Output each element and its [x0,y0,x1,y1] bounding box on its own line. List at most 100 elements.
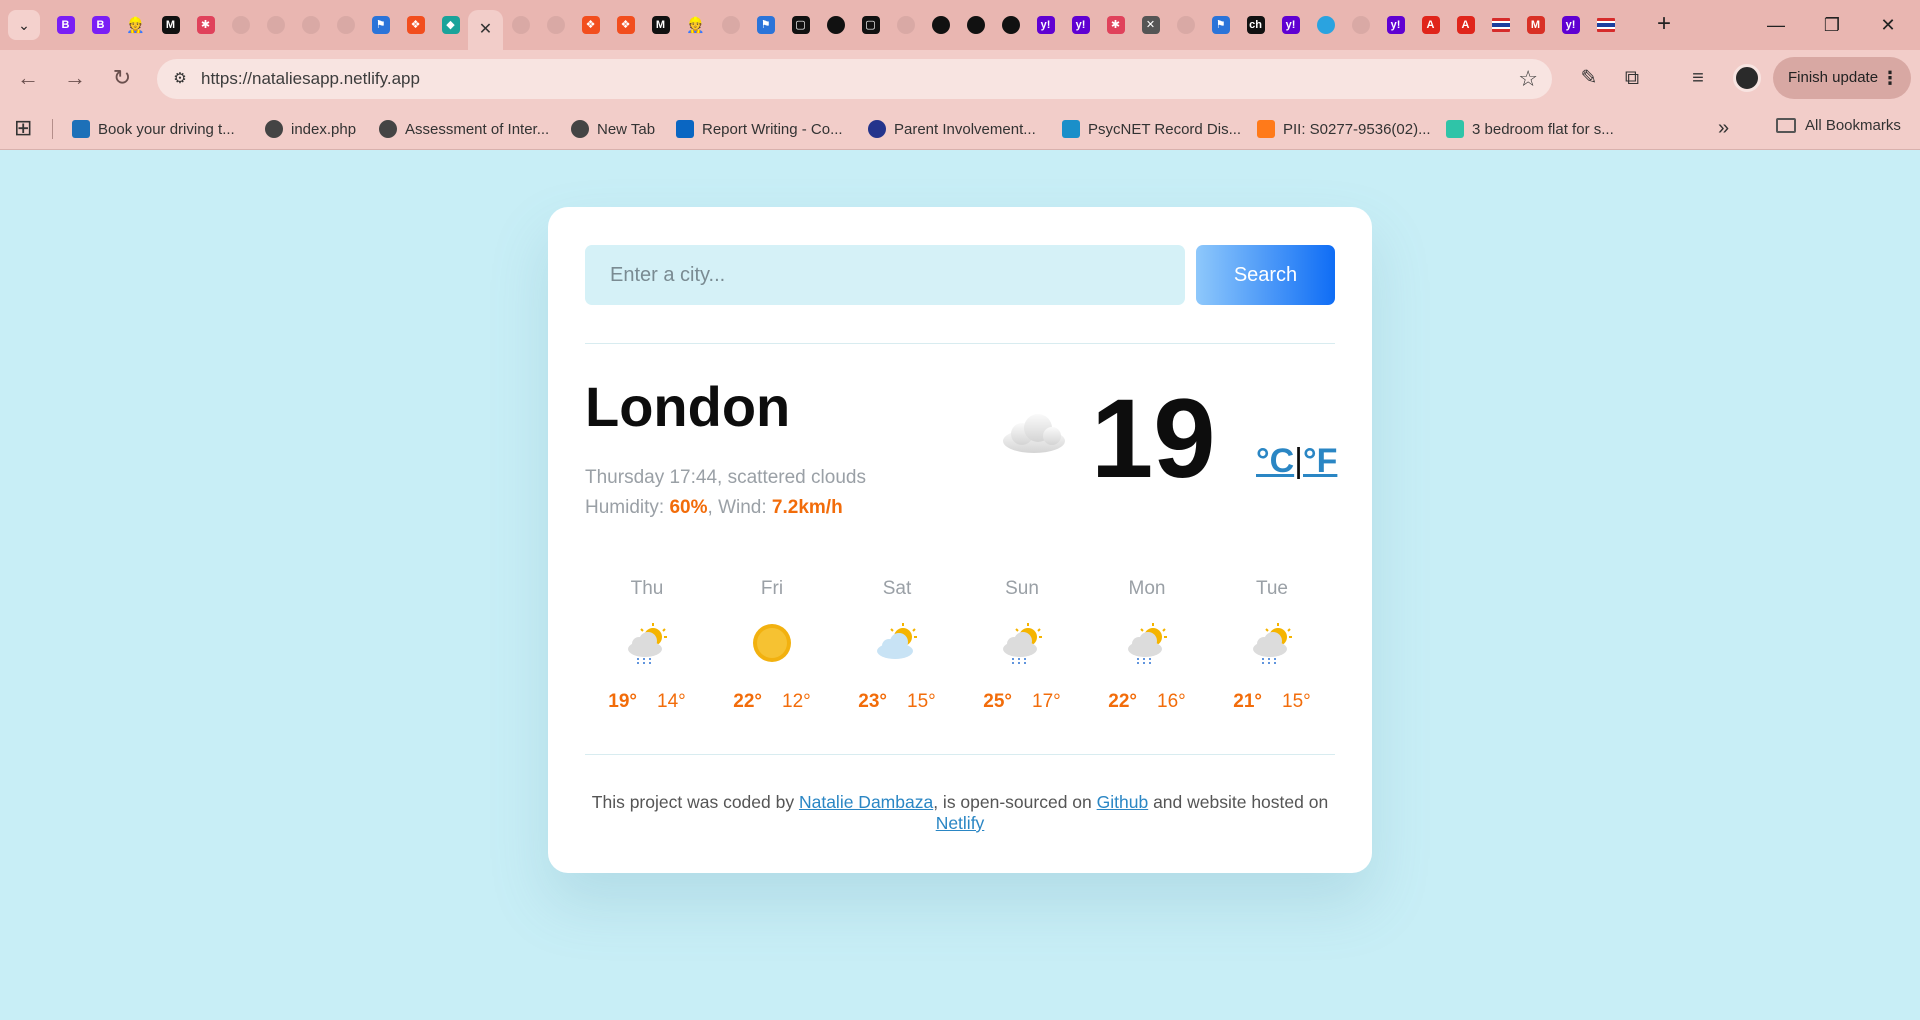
globe-icon [379,120,397,138]
close-window-button[interactable]: ✕ [1868,10,1908,40]
address-bar[interactable]: ⚙ https://nataliesapp.netlify.app ☆ [157,59,1552,99]
tab[interactable] [1483,10,1518,40]
tab[interactable]: A [1413,10,1448,40]
finish-update-label: Finish update [1788,69,1879,86]
tab[interactable]: y! [1063,10,1098,40]
bookmark-item[interactable]: PII: S0277-9536(02)... [1257,117,1431,141]
netlify-link[interactable]: Netlify [936,813,985,833]
forecast-min-temp: 12° [782,691,811,712]
tab[interactable]: ✕ [1133,10,1168,40]
tab[interactable]: M [1518,10,1553,40]
tab[interactable]: ◆ [433,10,468,40]
bookmark-item[interactable]: Report Writing - Co... [676,117,843,141]
forecast-temps: 19° 14° [585,690,709,714]
bookmark-star-icon[interactable]: ☆ [1518,66,1538,92]
tab[interactable]: y! [1378,10,1413,40]
bookmark-item[interactable]: Assessment of Inter... [379,117,549,141]
tab[interactable]: A [1448,10,1483,40]
tab[interactable]: y! [1028,10,1063,40]
tab[interactable]: B [83,10,118,40]
tab[interactable]: ✱ [1098,10,1133,40]
minimize-button[interactable]: — [1756,10,1796,40]
author-link[interactable]: Natalie Dambaza [799,792,933,812]
tab[interactable]: ch [1238,10,1273,40]
tab[interactable]: ❖ [573,10,608,40]
extensions-puzzle-icon[interactable]: ⧉ [1617,63,1647,93]
tab[interactable]: M [643,10,678,40]
forecast-min-temp: 14° [657,691,686,712]
forecast-temps: 23° 15° [835,690,959,714]
bookmark-item[interactable]: 3 bedroom flat for s... [1446,117,1614,141]
globe-icon [1351,16,1370,34]
tab[interactable] [1343,10,1378,40]
tab[interactable]: ▢ [853,10,888,40]
forward-button[interactable]: → [60,63,90,93]
tab[interactable]: ▢ [783,10,818,40]
tab[interactable] [1168,10,1203,40]
tab[interactable] [293,10,328,40]
finish-update-button[interactable]: Finish update ⋮ [1773,57,1911,99]
extension-paint-icon[interactable]: ✎ [1574,63,1604,93]
search-form: Search [585,245,1335,305]
all-bookmarks-button[interactable]: All Bookmarks [1776,117,1901,134]
folder-icon [1776,118,1796,133]
forecast-day-name: Fri [760,578,784,599]
footer-credits: This project was coded by Natalie Dambaz… [585,792,1335,834]
apps-grid-icon[interactable]: ⊞ [14,117,32,139]
bookmark-label: PsycNET Record Dis... [1088,120,1242,138]
chevron-down-icon: ⌄ [18,16,30,33]
back-button[interactable]: ← [13,63,43,93]
tab[interactable]: ❖ [608,10,643,40]
search-button[interactable]: Search [1196,245,1335,305]
site-info-icon[interactable]: ⚙ [167,66,193,92]
tab[interactable] [503,10,538,40]
fahrenheit-link[interactable]: °F [1303,442,1337,480]
tab[interactable] [258,10,293,40]
tab[interactable] [223,10,258,40]
bookmark-item[interactable]: New Tab [571,117,655,141]
url-text[interactable]: https://nataliesapp.netlify.app [201,69,420,89]
flag-thai-icon [1596,18,1615,32]
square-icon: ▢ [791,16,810,34]
tab[interactable]: 👷 [678,10,713,40]
globe-icon [301,16,320,34]
tab[interactable]: ⚑ [748,10,783,40]
more-bookmarks-icon[interactable]: » [1718,117,1729,140]
new-tab-button[interactable]: + [1651,12,1677,38]
celsius-link[interactable]: °C [1256,442,1294,480]
footer-text-1: This project was coded by [591,792,799,812]
bootstrap-icon: B [91,16,110,34]
tab[interactable] [1588,10,1623,40]
tab[interactable]: ⚑ [363,10,398,40]
tab[interactable]: M [153,10,188,40]
tab[interactable]: y! [1553,10,1588,40]
bookmark-item[interactable]: index.php [265,117,356,141]
tab[interactable] [713,10,748,40]
tab[interactable] [538,10,573,40]
tab[interactable] [993,10,1028,40]
tab[interactable] [958,10,993,40]
tab[interactable] [818,10,853,40]
tab[interactable]: ⚑ [1203,10,1238,40]
tab[interactable]: B [48,10,83,40]
media-controls-icon[interactable]: ≡ [1683,63,1713,93]
bookmark-item[interactable]: Parent Involvement... [868,117,1036,141]
close-icon[interactable]: ✕ [477,21,495,39]
github-link[interactable]: Github [1097,792,1149,812]
restore-button[interactable]: ❐ [1812,10,1852,40]
bookmark-item[interactable]: PsycNET Record Dis... [1062,117,1241,141]
tab[interactable]: ✱ [188,10,223,40]
city-search-input[interactable] [585,245,1185,305]
tab[interactable]: ❖ [398,10,433,40]
tab[interactable] [888,10,923,40]
tab[interactable] [1308,10,1343,40]
tab-search-button[interactable]: ⌄ [8,10,40,40]
profile-avatar[interactable] [1733,64,1761,92]
tab[interactable]: y! [1273,10,1308,40]
bookmark-item[interactable]: Book your driving t... [72,117,235,141]
reload-button[interactable]: ↻ [107,63,137,93]
tab[interactable] [328,10,363,40]
tab[interactable] [923,10,958,40]
tab-active[interactable]: ✕ [468,10,503,50]
tab[interactable]: 👷 [118,10,153,40]
